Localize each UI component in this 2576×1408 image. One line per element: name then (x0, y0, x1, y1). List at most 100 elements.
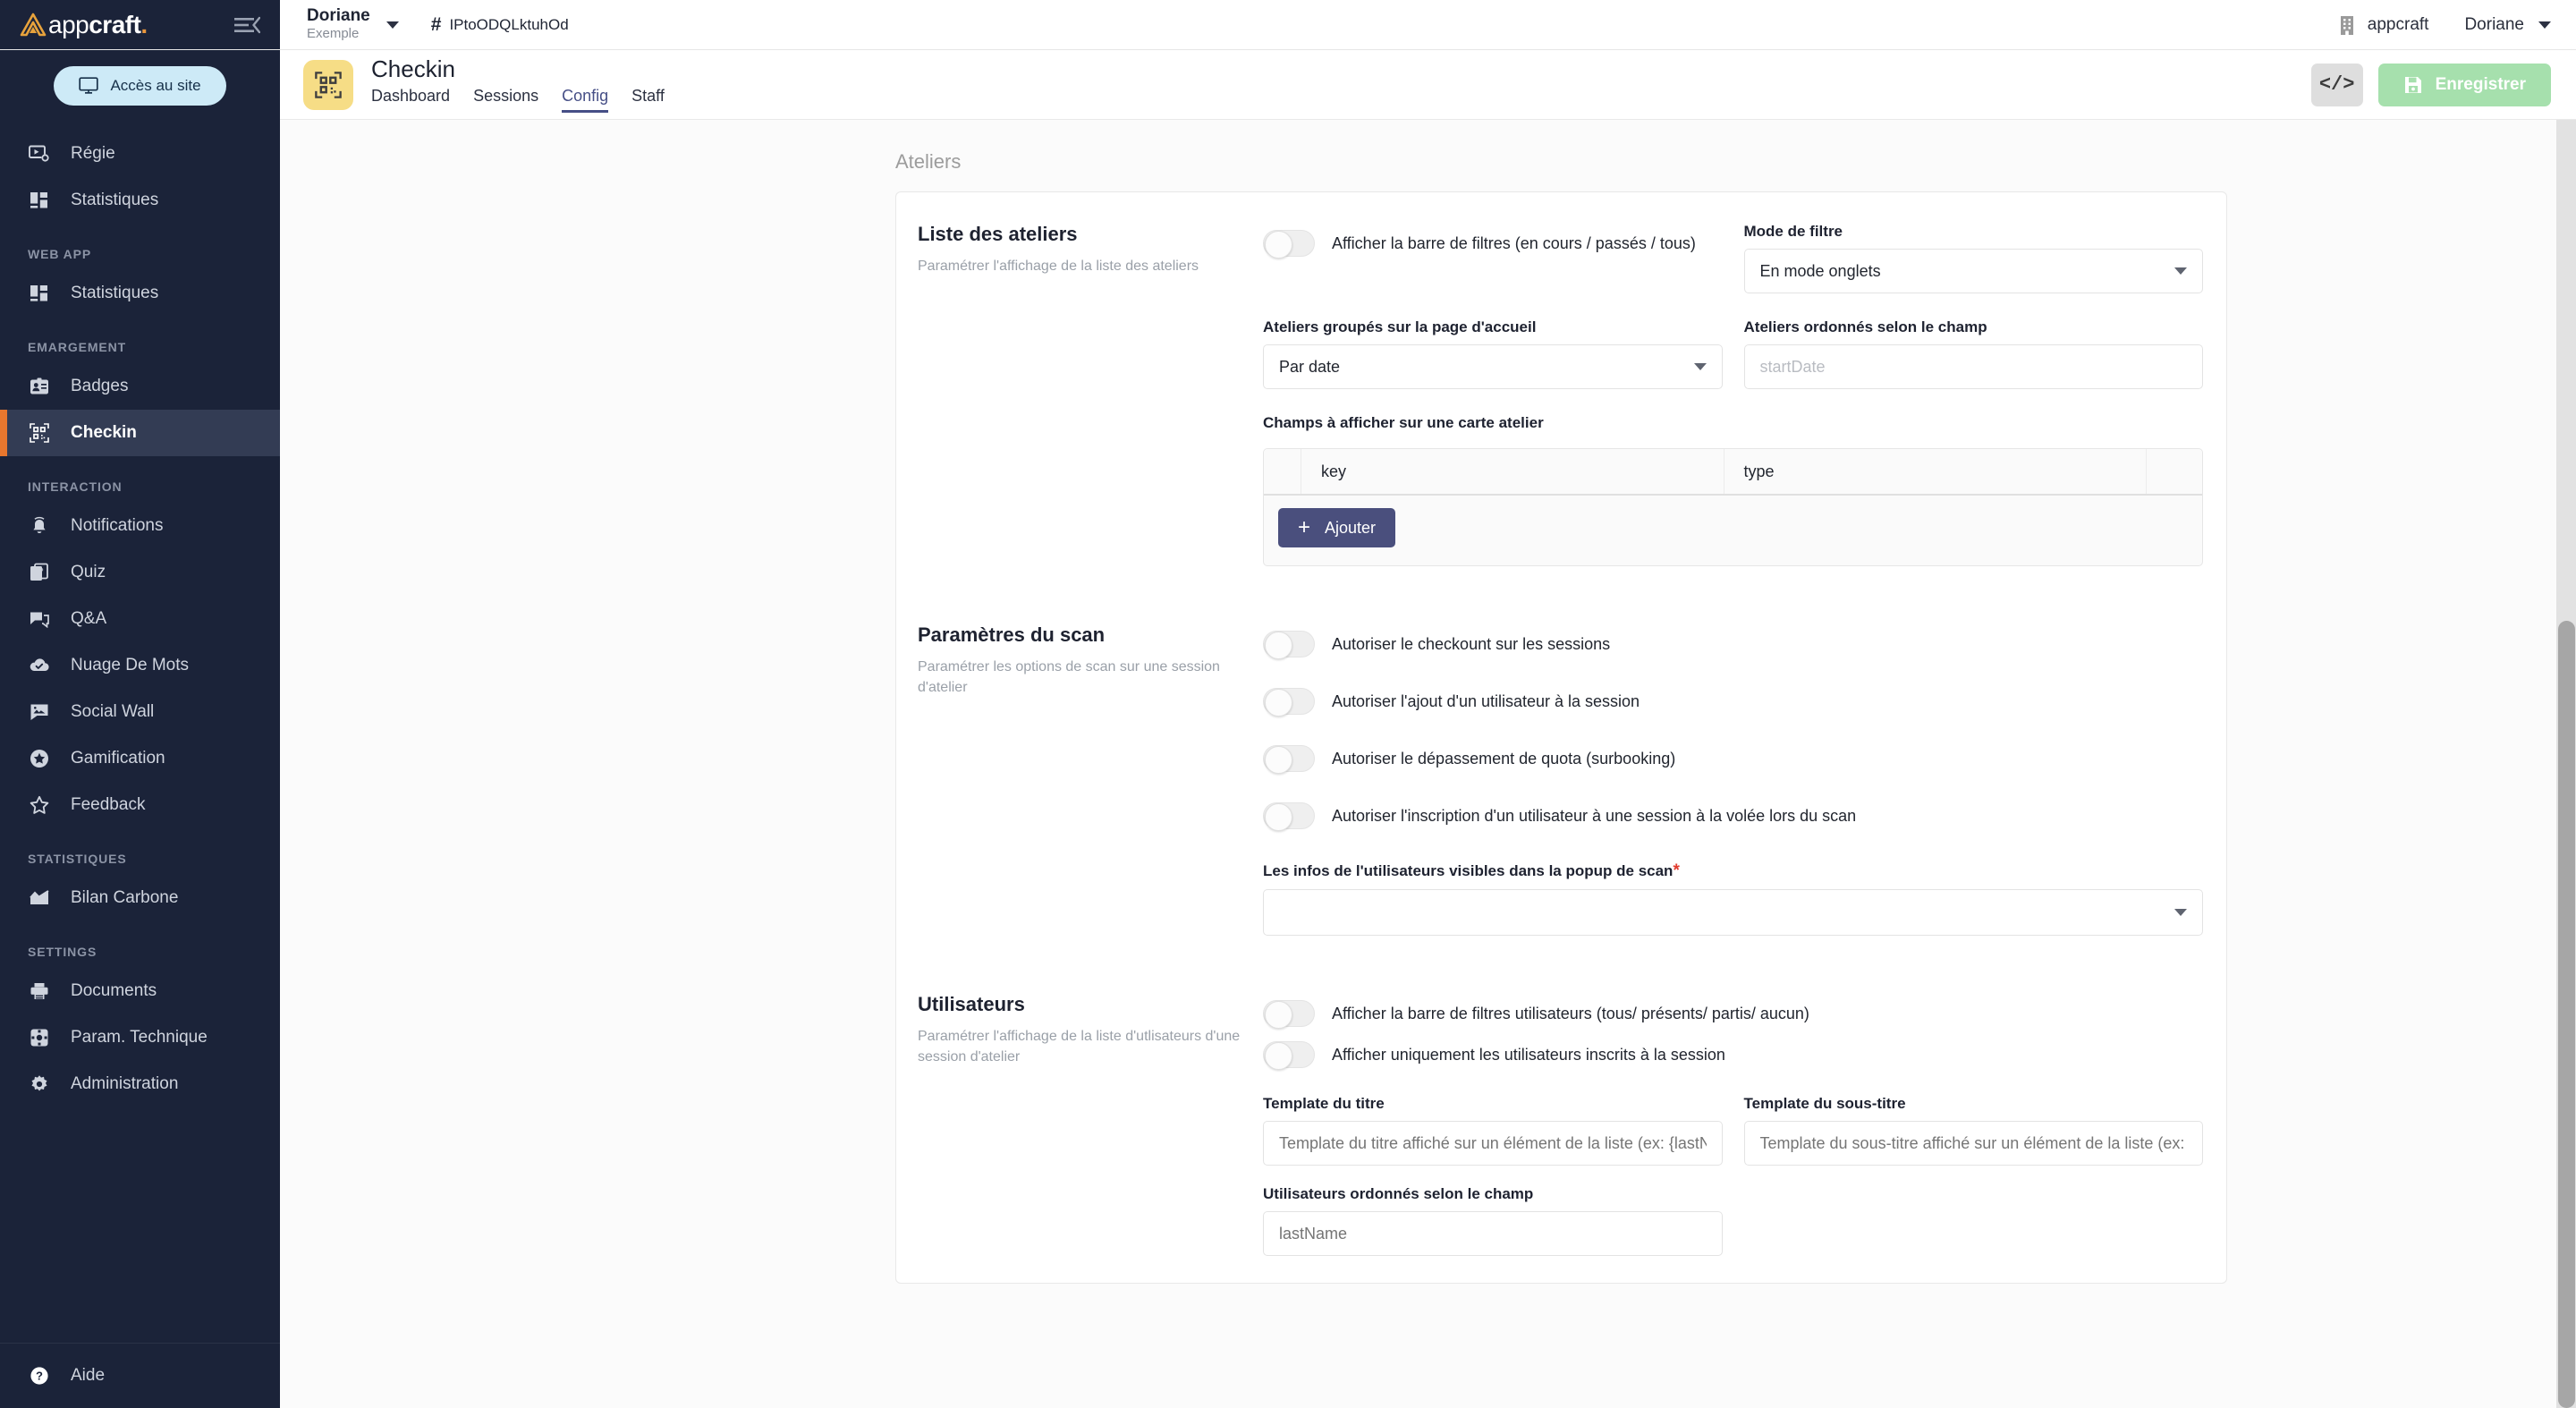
block-scan-info: Paramètres du scan Paramétrer les option… (896, 623, 1263, 936)
table-header-actions-cell (2147, 449, 2202, 494)
photo-message-icon (28, 703, 51, 721)
sidebar-footer: ? Aide (0, 1343, 280, 1408)
sidebar-item-webapp-statistiques[interactable]: Statistiques (0, 270, 280, 317)
field-label: Les infos de l'utilisateurs visibles dan… (1263, 861, 1680, 880)
app-icon-badge (303, 59, 353, 110)
sidebar-item-label: Badges (71, 377, 129, 395)
tab-sessions[interactable]: Sessions (473, 87, 538, 113)
block-liste-ateliers-info: Liste des ateliers Paramétrer l'affichag… (896, 223, 1263, 566)
appcraft-logo[interactable]: appcraft. (20, 11, 148, 39)
row-toggle-inscrits-session: Afficher uniquement les utilisateurs ins… (1263, 1034, 2203, 1075)
sidebar-group-title: WEB APP (28, 247, 92, 261)
input-ateliers-ordonnes[interactable]: startDate (1743, 344, 2203, 389)
toggle-checkount-sessions[interactable] (1263, 631, 1315, 659)
toggle-afficher-barre-filtres[interactable] (1263, 230, 1315, 259)
content-area: Checkin Dashboard Sessions Config Staff … (280, 50, 2576, 1408)
hash-icon: # (430, 13, 442, 35)
field-label: Utilisateurs ordonnés selon le champ (1263, 1185, 1534, 1202)
block-description: Paramétrer l'affichage de la liste des a… (918, 259, 1199, 274)
select-value: En mode onglets (1759, 261, 1881, 280)
access-site-label: Accès au site (110, 77, 201, 94)
event-code[interactable]: # IPtoODQLktuhOd (431, 14, 569, 36)
building-icon (2340, 15, 2353, 35)
sidebar-item-administration[interactable]: Administration (0, 1061, 280, 1107)
chevron-down-icon (2174, 909, 2187, 916)
sidebar-item-feedback[interactable]: Feedback (0, 782, 280, 828)
add-button-label: Ajouter (1325, 518, 1377, 537)
sidebar-item-regie[interactable]: Régie (0, 131, 280, 177)
sidebar-item-label: Q&A (71, 609, 107, 628)
access-site-button[interactable]: Accès au site (54, 66, 226, 106)
organization-switcher[interactable]: appcraft (2338, 14, 2429, 36)
sidebar-item-bilan-carbone[interactable]: Bilan Carbone (0, 875, 280, 921)
add-champ-button[interactable]: + Ajouter (1278, 508, 1396, 547)
field-spacer (1744, 1185, 2204, 1256)
select-ateliers-groupes[interactable]: Par date (1263, 344, 1723, 389)
sidebar-item-label: Checkin (71, 423, 137, 442)
select-mode-de-filtre[interactable]: En mode onglets (1743, 249, 2203, 293)
chevron-down-icon (1693, 363, 1707, 370)
required-marker: * (1673, 861, 1680, 880)
sidebar-item-documents[interactable]: Documents (0, 968, 280, 1014)
sidebar-group-title: EMARGEMENT (28, 340, 127, 354)
sidebar-item-aide[interactable]: ? Aide (0, 1344, 280, 1408)
toggle-barre-filtres-utilisateurs[interactable] (1263, 1000, 1315, 1029)
select-infos-popup-scan[interactable] (1263, 889, 2203, 936)
code-view-button[interactable]: </> (2310, 63, 2363, 106)
sidebar-item-gamification[interactable]: Gamification (0, 735, 280, 782)
sidebar-item-statistiques[interactable]: Statistiques (0, 177, 280, 224)
organization-name: appcraft (2367, 14, 2429, 34)
field-utilisateurs-ordonnes: Utilisateurs ordonnés selon le champ (1263, 1185, 1723, 1256)
block-utilisateurs-fields: Afficher la barre de filtres utilisateur… (1263, 993, 2226, 1256)
user-menu[interactable]: Doriane (2464, 15, 2551, 35)
block-title: Liste des ateliers (918, 223, 1078, 245)
row-toggle-checkount: Autoriser le checkount sur les sessions (1263, 623, 2203, 665)
sidebar-item-quiz[interactable]: ? Quiz (0, 549, 280, 596)
bell-icon (28, 516, 51, 536)
top-bar-right: appcraft Doriane (2338, 14, 2551, 36)
toggle-inscription-a-la-volee[interactable] (1263, 802, 1315, 831)
workspace-switcher[interactable]: Doriane Exemple (307, 7, 399, 41)
toggle-label: Afficher uniquement les utilisateurs ins… (1332, 1045, 1725, 1064)
sidebar-item-nuage-de-mots[interactable]: Nuage De Mots (0, 642, 280, 689)
sidebar-item-checkin[interactable]: Checkin (0, 410, 280, 456)
block-scan-fields: Autoriser le checkount sur les sessions … (1263, 623, 2226, 936)
toggle-ajout-utilisateur[interactable] (1263, 688, 1315, 717)
tab-staff[interactable]: Staff (631, 87, 665, 113)
badge-icon (28, 377, 51, 395)
sidebar-item-label: Statistiques (71, 284, 159, 302)
sidebar-item-label: Gamification (71, 749, 165, 768)
save-button[interactable]: Enregistrer (2377, 63, 2551, 106)
section-label-ateliers: Ateliers (895, 150, 962, 173)
input-utilisateurs-ordonnes[interactable] (1263, 1211, 1723, 1256)
sidebar-item-param-technique[interactable]: Param. Technique (0, 1014, 280, 1061)
printer-icon (28, 982, 51, 1000)
sidebar-item-label: Param. Technique (71, 1028, 208, 1047)
block-description: Paramétrer l'affichage de la liste d'utl… (918, 1029, 1241, 1065)
toggle-depassement-quota[interactable] (1263, 745, 1315, 774)
sidebar-item-qa[interactable]: Q&A (0, 596, 280, 642)
input-template-sous-titre[interactable] (1743, 1121, 2203, 1166)
table-header-type: type (1724, 449, 2147, 494)
row-toggle-filtres-utilisateurs: Afficher la barre de filtres utilisateur… (1263, 993, 2203, 1034)
cloud-check-icon (28, 657, 51, 674)
sidebar-item-notifications[interactable]: Notifications (0, 503, 280, 549)
chart-area-icon (28, 890, 51, 906)
quiz-icon: ? (28, 563, 51, 582)
toggle-uniquement-inscrits[interactable] (1263, 1041, 1315, 1070)
tab-config[interactable]: Config (562, 87, 609, 113)
input-template-titre[interactable] (1263, 1121, 1723, 1166)
sidebar-item-social-wall[interactable]: Social Wall (0, 689, 280, 735)
vertical-scrollbar[interactable] (2556, 120, 2576, 1408)
tab-dashboard[interactable]: Dashboard (371, 87, 450, 113)
sidebar-group-title: INTERACTION (28, 479, 123, 494)
block-title: Paramètres du scan (918, 623, 1106, 646)
collapse-menu-icon[interactable] (233, 16, 260, 34)
scrollbar-thumb[interactable] (2558, 621, 2575, 1408)
sidebar-item-badges[interactable]: Badges (0, 363, 280, 410)
sidebar-nav: Régie Statistiques WEB APP Statistiques … (0, 129, 280, 1343)
field-label: Champs à afficher sur une carte atelier (1263, 414, 1544, 431)
block-utilisateurs: Utilisateurs Paramétrer l'affichage de l… (896, 963, 2226, 1283)
user-name: Doriane (2464, 14, 2524, 34)
table-header-key: key (1301, 449, 1724, 494)
